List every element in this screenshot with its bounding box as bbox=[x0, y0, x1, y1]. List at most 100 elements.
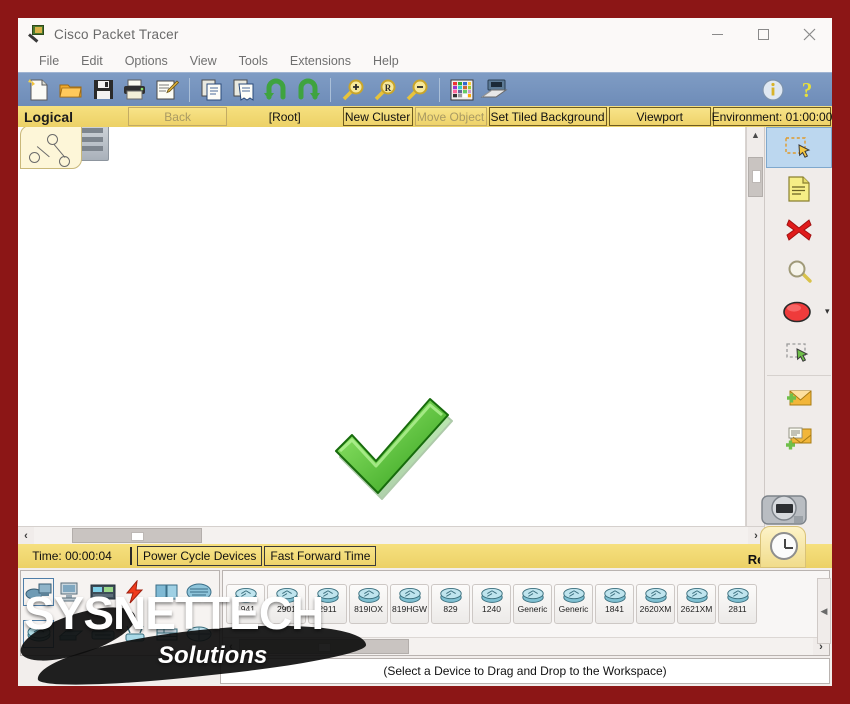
vertical-scroll-thumb[interactable] bbox=[748, 157, 763, 197]
device-item[interactable]: 2901 bbox=[267, 584, 306, 624]
redo-icon[interactable] bbox=[293, 75, 323, 105]
paste-icon[interactable] bbox=[229, 75, 259, 105]
view-mode-label: Logical bbox=[24, 108, 74, 125]
simulation-time: Time: 00:00:04 bbox=[32, 549, 112, 563]
components-icon[interactable] bbox=[87, 578, 118, 606]
power-cycle-devices-button[interactable]: Power Cycle Devices bbox=[137, 546, 263, 566]
device-scroll-track[interactable] bbox=[239, 638, 813, 655]
inspect-tool[interactable] bbox=[766, 250, 832, 291]
view-toolbar: Logical Back [Root] New Cluster Move Obj… bbox=[18, 106, 832, 127]
wan-emulation-icon[interactable] bbox=[183, 620, 214, 648]
wireless-devices-icon[interactable] bbox=[119, 620, 150, 648]
device-scroll-thumb[interactable] bbox=[239, 639, 409, 654]
add-simple-pdu-tool[interactable] bbox=[766, 378, 832, 419]
zoom-in-icon[interactable] bbox=[338, 75, 368, 105]
switches-icon[interactable] bbox=[55, 620, 86, 648]
copy-icon[interactable] bbox=[197, 75, 227, 105]
workspace-vertical-scrollbar[interactable]: ▲ bbox=[746, 127, 764, 526]
workspace-horizontal-scrollbar[interactable]: ‹ › bbox=[18, 526, 764, 544]
undo-icon[interactable] bbox=[261, 75, 291, 105]
connections-icon[interactable] bbox=[119, 578, 150, 606]
move-object-button[interactable]: Move Object bbox=[414, 107, 487, 126]
back-button[interactable]: Back bbox=[128, 107, 227, 126]
new-cluster-button[interactable]: New Cluster bbox=[342, 107, 413, 126]
menu-help[interactable]: Help bbox=[364, 52, 408, 70]
hubs-icon[interactable] bbox=[87, 620, 118, 648]
device-category-panel bbox=[20, 570, 220, 656]
toolbar-separator bbox=[439, 77, 440, 102]
device-item[interactable]: 2811 bbox=[718, 584, 757, 624]
routers-icon[interactable] bbox=[23, 620, 54, 648]
network-cluster-icon[interactable] bbox=[20, 127, 110, 175]
menu-extensions[interactable]: Extensions bbox=[281, 52, 360, 70]
end-devices-icon[interactable] bbox=[55, 578, 86, 606]
chevron-down-icon[interactable]: ▾ bbox=[825, 306, 830, 317]
toolbar-separator bbox=[189, 77, 190, 102]
close-button[interactable] bbox=[786, 18, 832, 50]
menu-edit[interactable]: Edit bbox=[72, 52, 112, 70]
device-item[interactable]: 819IOX bbox=[349, 584, 388, 624]
device-label: Generic bbox=[558, 604, 589, 614]
resize-shape-tool[interactable] bbox=[766, 332, 832, 373]
maximize-button[interactable] bbox=[740, 18, 786, 50]
device-horizontal-scrollbar[interactable]: ‹ › bbox=[223, 637, 829, 655]
device-item[interactable]: Generic bbox=[513, 584, 552, 624]
menu-tools[interactable]: Tools bbox=[230, 52, 277, 70]
horizontal-scroll-track[interactable] bbox=[34, 527, 748, 544]
miscellaneous-icon[interactable] bbox=[151, 578, 182, 606]
zoom-reset-icon[interactable]: R bbox=[370, 75, 400, 105]
scroll-up-arrow[interactable]: ▲ bbox=[747, 127, 764, 143]
device-label: Generic bbox=[517, 604, 548, 614]
network-devices-icon[interactable] bbox=[23, 578, 54, 606]
device-label: 1941 bbox=[236, 604, 255, 614]
workspace-wrapper: ▲ ‹ › bbox=[18, 127, 764, 544]
window-title: Cisco Packet Tracer bbox=[54, 26, 179, 42]
scroll-left-arrow[interactable]: ‹ bbox=[18, 527, 34, 544]
svg-text:R: R bbox=[385, 83, 392, 93]
open-folder-icon[interactable] bbox=[56, 75, 86, 105]
logical-workspace[interactable] bbox=[18, 127, 746, 526]
environment-button[interactable]: Environment: 01:00:00 bbox=[712, 107, 832, 126]
menu-view[interactable]: View bbox=[181, 52, 226, 70]
device-item[interactable]: 1841 bbox=[595, 584, 634, 624]
toolbar-separator bbox=[330, 77, 331, 102]
select-tool[interactable] bbox=[765, 127, 832, 168]
device-item[interactable]: 1941 bbox=[226, 584, 265, 624]
menu-options[interactable]: Options bbox=[116, 52, 177, 70]
delete-tool[interactable] bbox=[766, 209, 832, 250]
device-item[interactable]: Generic bbox=[554, 584, 593, 624]
print-icon[interactable] bbox=[120, 75, 150, 105]
minimize-button[interactable] bbox=[694, 18, 740, 50]
horizontal-scroll-thumb[interactable] bbox=[72, 528, 202, 543]
save-icon[interactable] bbox=[88, 75, 118, 105]
multiuser-connection-icon[interactable] bbox=[183, 578, 214, 606]
palette-icon[interactable] bbox=[447, 75, 477, 105]
activity-wizard-icon[interactable] bbox=[152, 75, 182, 105]
device-item[interactable]: 2911 bbox=[308, 584, 347, 624]
device-item[interactable]: 2620XM bbox=[636, 584, 675, 624]
vertical-scroll-track[interactable] bbox=[747, 143, 764, 526]
realtime-tab[interactable] bbox=[760, 526, 806, 568]
device-item[interactable]: 829 bbox=[431, 584, 470, 624]
draw-shape-tool[interactable]: ▾ bbox=[766, 291, 832, 332]
new-file-icon[interactable] bbox=[24, 75, 54, 105]
collapse-panel-arrow[interactable]: ◀ bbox=[817, 578, 831, 644]
add-complex-pdu-tool[interactable] bbox=[766, 419, 832, 460]
place-note-tool[interactable] bbox=[766, 168, 832, 209]
root-label[interactable]: [Root] bbox=[229, 107, 341, 126]
info-icon[interactable] bbox=[758, 75, 788, 105]
device-item[interactable]: 1240 bbox=[472, 584, 511, 624]
zoom-out-icon[interactable] bbox=[402, 75, 432, 105]
tools-sidebar: ▾ bbox=[764, 127, 832, 544]
set-tiled-background-button[interactable]: Set Tiled Background bbox=[488, 107, 607, 126]
menu-file[interactable]: File bbox=[30, 52, 68, 70]
device-item[interactable]: 2621XM bbox=[677, 584, 716, 624]
viewport-button[interactable]: Viewport bbox=[608, 107, 711, 126]
custom-devices-icon[interactable] bbox=[479, 75, 509, 105]
status-hint: (Select a Device to Drag and Drop to the… bbox=[220, 658, 830, 684]
security-icon[interactable] bbox=[151, 620, 182, 648]
fast-forward-time-button[interactable]: Fast Forward Time bbox=[264, 546, 377, 566]
help-icon[interactable]: ? bbox=[792, 75, 822, 105]
device-scroll-left-arrow[interactable]: ‹ bbox=[223, 638, 239, 655]
device-item[interactable]: 819HGW bbox=[390, 584, 429, 624]
